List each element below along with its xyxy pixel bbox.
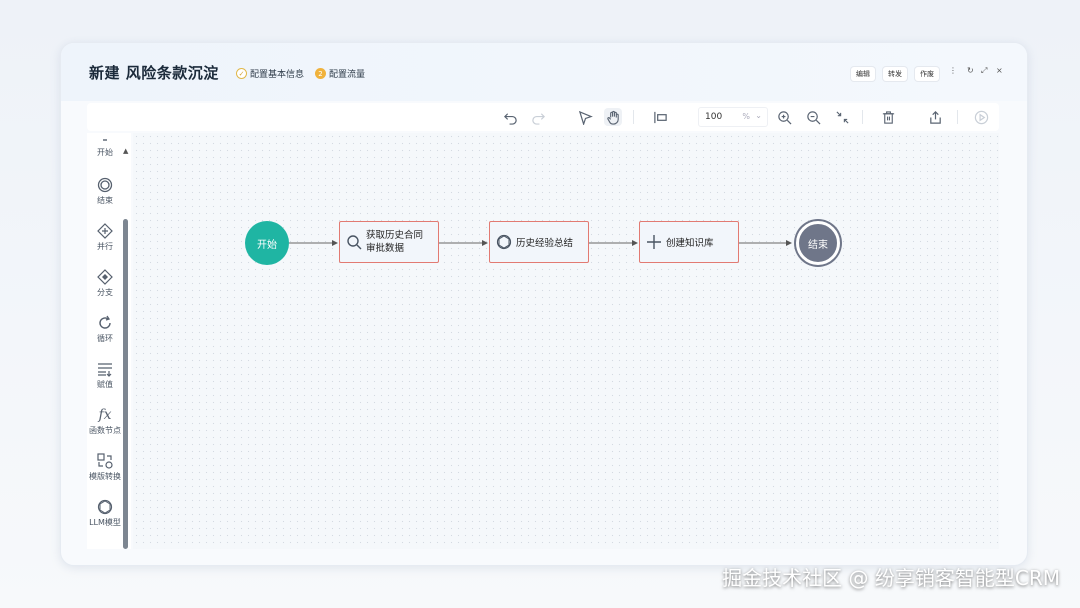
palette-item-function[interactable]: fx 函数节点 xyxy=(87,407,123,436)
fit-icon[interactable] xyxy=(833,108,851,126)
title-bar: 新建 风险条款沉淀 ✓ 配置基本信息 2 配置流量 编辑 转发 作废 ⋮ ↻ ⤢… xyxy=(61,43,1027,101)
function-icon: fx xyxy=(98,407,112,423)
watermark-text: 掘金技术社区 @ 纷享销客智能型CRM xyxy=(722,566,1060,590)
flow-node-label: 审批数据 xyxy=(366,243,405,254)
zoom-unit: % xyxy=(742,112,750,121)
zoom-select[interactable]: 100 % ⌄ xyxy=(698,107,768,127)
parallel-icon xyxy=(97,223,113,239)
chevron-down-icon: ⌄ xyxy=(755,111,762,120)
flow-node-label: 创建知识库 xyxy=(666,238,714,249)
assign-icon xyxy=(97,361,113,377)
palette-item-label: 开始 xyxy=(97,148,113,157)
palette-item-label: 函数节点 xyxy=(89,426,121,435)
palette-item-end[interactable]: 结束 xyxy=(87,177,123,206)
page-title: 新建 风险条款沉淀 xyxy=(89,64,219,82)
flow-node-fetch-contracts[interactable]: 获取历史合同 审批数据 xyxy=(339,221,439,263)
palette-item-branch[interactable]: 分支 xyxy=(87,269,123,298)
palette-item-template-convert[interactable]: 模版转换 xyxy=(87,453,123,482)
flow-canvas[interactable]: 开始 获取历史合同 审批数据 历史经验总结 创建知识库 结束 xyxy=(133,133,999,549)
step-traffic-config[interactable]: 2 配置流量 xyxy=(315,67,365,80)
palette-item-label: 结束 xyxy=(97,196,113,205)
number-2-icon: 2 xyxy=(315,68,326,79)
forward-button[interactable]: 转发 xyxy=(883,67,907,81)
pointer-icon[interactable] xyxy=(576,108,594,126)
search-icon xyxy=(346,234,362,250)
palette-item-label: LLM模型 xyxy=(89,518,121,527)
align-left-icon[interactable] xyxy=(651,108,669,126)
zoom-value: 100 xyxy=(705,112,723,122)
delete-icon[interactable] xyxy=(879,108,897,126)
branch-icon xyxy=(97,269,113,285)
edit-button[interactable]: 编辑 xyxy=(851,67,875,81)
palette-item-label: 并行 xyxy=(97,242,113,251)
run-icon[interactable] xyxy=(972,108,990,126)
redo-icon[interactable] xyxy=(529,108,547,126)
start-icon xyxy=(97,137,113,145)
step-basic-info[interactable]: ✓ 配置基本信息 xyxy=(236,67,304,80)
palette-item-label: 模版转换 xyxy=(89,472,121,481)
zoom-in-icon[interactable] xyxy=(775,108,793,126)
step-label: 配置流量 xyxy=(329,70,366,80)
step-label: 配置基本信息 xyxy=(250,70,305,80)
toolbar-divider xyxy=(862,110,863,124)
export-icon[interactable] xyxy=(926,108,944,126)
hand-icon[interactable] xyxy=(604,108,622,126)
toolbar-divider xyxy=(633,110,634,124)
scroll-up-icon[interactable]: ▲ xyxy=(123,147,128,155)
palette-item-parallel[interactable]: 并行 xyxy=(87,223,123,252)
undo-icon[interactable] xyxy=(501,108,519,126)
llm-icon xyxy=(97,499,113,515)
flow-node-text: 获取历史合同 审批数据 xyxy=(366,229,423,255)
palette-item-label: 循环 xyxy=(97,334,113,343)
flow-node-label: 获取历史合同 xyxy=(366,230,424,241)
zoom-out-icon[interactable] xyxy=(804,108,822,126)
toolbar-divider xyxy=(957,110,958,124)
palette-scrollbar[interactable] xyxy=(123,219,128,549)
canvas-toolbar: 100 % ⌄ xyxy=(87,103,999,131)
flow-node-experience-summary[interactable]: 历史经验总结 xyxy=(489,221,589,263)
flow-node-create-kb[interactable]: 创建知识库 xyxy=(639,221,739,263)
end-circle-icon xyxy=(97,177,113,193)
more-icon[interactable]: ⋮ xyxy=(949,66,957,75)
palette-item-label: 分支 xyxy=(97,288,113,297)
expand-icon[interactable]: ⤢ xyxy=(981,66,987,76)
palette-item-llm[interactable]: LLM模型 xyxy=(87,499,123,528)
palette-item-label: 赋值 xyxy=(97,380,113,389)
palette-item-assign[interactable]: 赋值 xyxy=(87,361,123,390)
palette-item-start[interactable]: 开始 xyxy=(87,137,123,158)
node-palette: ▲ 开始 结束 并行 分支 循环 赋值 fx 函数节点 模版转换 LLM模型 xyxy=(87,133,131,549)
close-icon[interactable]: × xyxy=(996,66,1003,75)
palette-item-loop[interactable]: 循环 xyxy=(87,315,123,344)
flow-node-label: 历史经验总结 xyxy=(516,238,574,249)
workflow-editor-window: 新建 风险条款沉淀 ✓ 配置基本信息 2 配置流量 编辑 转发 作废 ⋮ ↻ ⤢… xyxy=(60,42,1028,566)
flow-start-node[interactable]: 开始 xyxy=(245,221,289,265)
plus-icon xyxy=(646,234,662,250)
void-button[interactable]: 作废 xyxy=(915,67,939,81)
loop-icon xyxy=(97,315,113,331)
flow-connectors xyxy=(289,240,792,246)
refresh-icon[interactable]: ↻ xyxy=(967,66,974,75)
template-convert-icon xyxy=(97,453,113,469)
check-circle-icon: ✓ xyxy=(236,68,247,79)
llm-icon xyxy=(496,234,512,250)
flow-end-node[interactable]: 结束 xyxy=(796,221,840,265)
